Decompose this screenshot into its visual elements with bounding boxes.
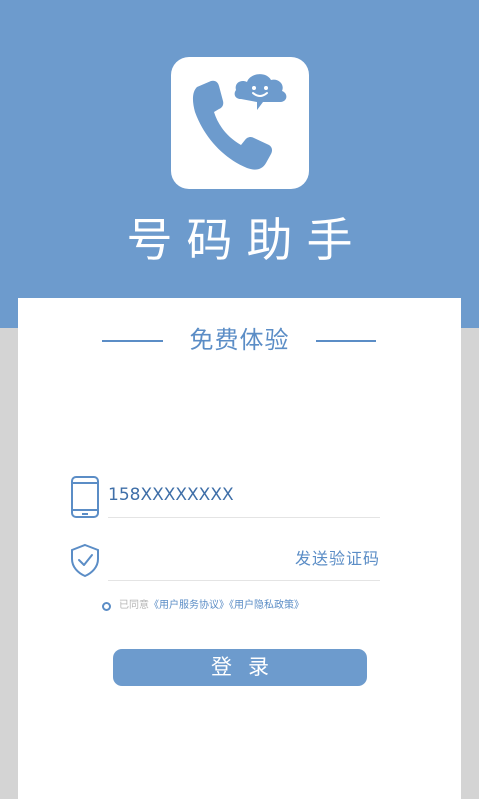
privacy-policy-link[interactable]: 《用户隐私政策》 (229, 600, 304, 611)
app-logo (171, 57, 309, 189)
phone-field-row (68, 475, 380, 521)
service-agreement-link[interactable]: 《用户服务协议》 (149, 600, 229, 611)
section-header: 免费体验 (18, 320, 461, 360)
agreement-prefix: 已同意 (119, 600, 149, 611)
divider-right (316, 340, 376, 342)
login-card: 免费体验 发送验证码 已同意《用户服务协议》《用户隐私政策》 登录 (18, 298, 461, 799)
shield-check-icon (71, 543, 99, 578)
phone-underline (108, 517, 380, 518)
phone-input[interactable] (108, 479, 378, 511)
section-title: 免费体验 (189, 326, 290, 354)
agreement-row: 已同意《用户服务协议》《用户隐私政策》 (102, 596, 304, 616)
agreement-radio[interactable] (102, 601, 111, 611)
phone-chat-icon (192, 74, 287, 170)
code-field-row: 发送验证码 (68, 538, 380, 584)
mobile-phone-icon (71, 476, 99, 518)
divider-left (102, 340, 163, 342)
login-button[interactable]: 登录 (113, 649, 367, 686)
send-code-button[interactable]: 发送验证码 (295, 548, 380, 570)
app-title: 号码助手 (126, 213, 367, 267)
code-underline (108, 580, 380, 581)
